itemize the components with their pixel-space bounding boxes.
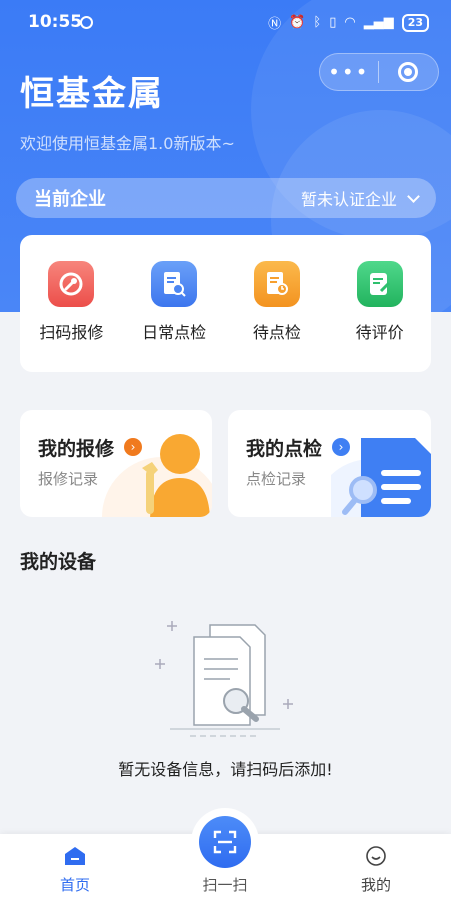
home-icon <box>35 844 115 868</box>
card-subtitle: 点检记录 <box>246 470 307 488</box>
tab-mine[interactable]: 我的 <box>336 844 416 895</box>
location-icon <box>80 16 93 29</box>
worker-illustration <box>102 434 212 517</box>
signal-icon: ▂▄▆ <box>363 15 394 30</box>
empty-state-text: 暂无设备信息，请扫码后添加! <box>118 760 333 779</box>
quick-action-daily-check[interactable]: 日常点检 <box>124 261 224 372</box>
more-dots-icon[interactable]: ••• <box>320 53 378 91</box>
company-value: 暂未认证企业 <box>300 190 397 209</box>
scan-button-wrap <box>191 808 259 876</box>
page-title: 恒基金属 <box>20 74 164 114</box>
alarm-icon: ⏰ <box>289 15 306 30</box>
tab-label: 我的 <box>360 876 391 894</box>
wifi-icon: ◠ <box>344 15 356 30</box>
chevron-down-icon <box>407 189 420 203</box>
smile-icon <box>336 844 416 868</box>
scan-button[interactable] <box>199 816 251 868</box>
tab-home[interactable]: 首页 <box>35 844 115 895</box>
scan-icon <box>213 830 237 854</box>
card-title: 我的点检 <box>246 438 323 460</box>
status-icons: Ⓝ ⏰ ᛒ ▯ ◠ ▂▄▆ 23 <box>268 13 429 32</box>
tab-label: 首页 <box>59 876 90 894</box>
quick-action-scan-repair[interactable]: 扫码报修 <box>21 261 121 372</box>
quick-action-label: 扫码报修 <box>39 323 104 342</box>
bluetooth-icon: ᛒ <box>313 15 322 30</box>
quick-actions: 扫码报修 日常点检 待点检 待评价 <box>20 235 431 372</box>
empty-state-illustration <box>155 621 293 737</box>
quick-action-pending-review[interactable]: 待评价 <box>330 261 430 372</box>
quick-action-label: 待点检 <box>252 323 301 342</box>
my-check-card[interactable]: 我的点检 › 点检记录 <box>228 410 431 517</box>
quick-action-label: 待评价 <box>355 323 404 342</box>
company-label: 当前企业 <box>34 189 106 210</box>
nfc-icon: Ⓝ <box>268 17 282 32</box>
miniapp-capsule: ••• <box>319 53 439 91</box>
document-illustration <box>331 438 431 517</box>
status-time: 10:55 <box>28 12 83 32</box>
company-selector[interactable]: 当前企业 暂未认证企业 <box>16 178 436 218</box>
vibrate-icon: ▯ <box>329 15 337 30</box>
status-bar: 10:55 Ⓝ ⏰ ᛒ ▯ ◠ ▂▄▆ 23 <box>0 10 451 36</box>
edit-icon <box>356 261 403 307</box>
target-icon[interactable] <box>379 62 439 82</box>
quick-action-pending-check[interactable]: 待点检 <box>227 261 327 372</box>
battery-icon: 23 <box>401 13 429 32</box>
scan-label: 扫一扫 <box>202 876 248 894</box>
section-title-devices: 我的设备 <box>20 551 97 573</box>
page-subtitle: 欢迎使用恒基金属1.0新版本~ <box>20 134 235 153</box>
card-subtitle: 报修记录 <box>38 470 99 488</box>
doc-clock-icon <box>253 261 300 307</box>
my-repair-card[interactable]: 我的报修 › 报修记录 <box>20 410 212 517</box>
quick-action-label: 日常点检 <box>142 323 207 342</box>
wrench-icon <box>48 261 95 307</box>
doc-search-icon <box>151 261 198 307</box>
